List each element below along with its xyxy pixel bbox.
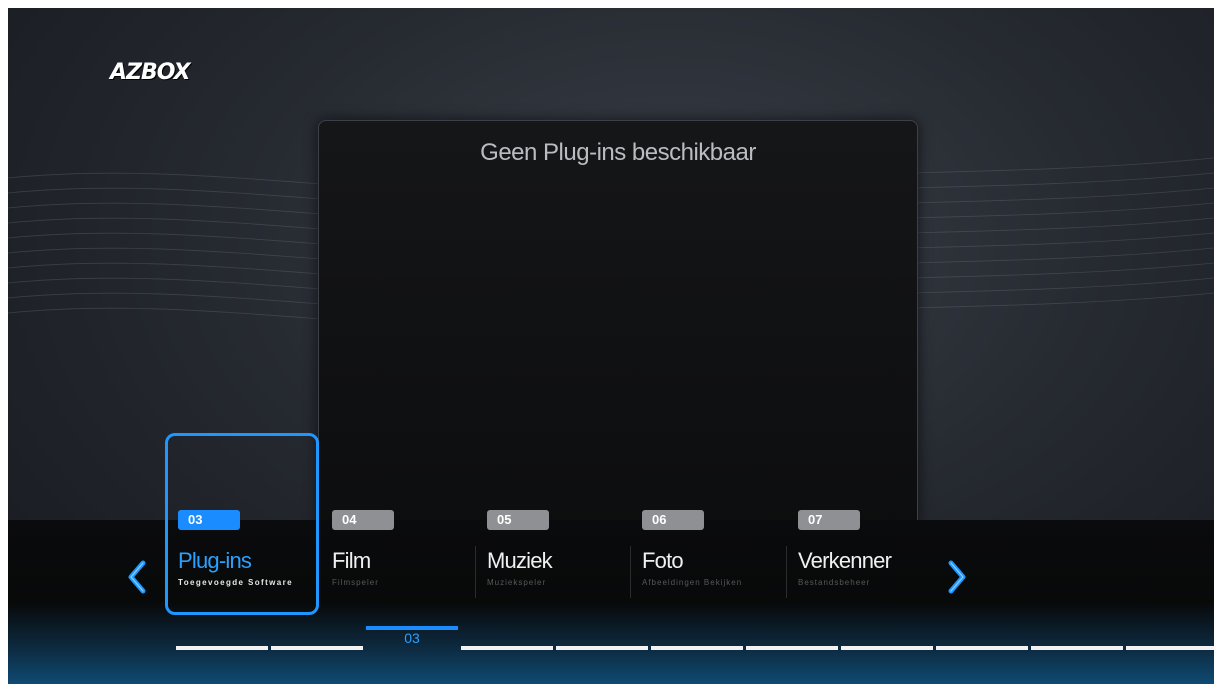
chevron-left-icon[interactable]: [126, 560, 148, 594]
content-panel: Geen Plug-ins beschikbaar: [318, 120, 918, 542]
empty-state-message: Geen Plug-ins beschikbaar: [480, 139, 756, 166]
pager-segment[interactable]: [556, 646, 648, 650]
pager-segment[interactable]: [936, 646, 1028, 650]
pager-segment[interactable]: [176, 646, 268, 650]
item-title: Film: [332, 548, 371, 573]
item-subtitle: Toegevoegde Software: [178, 578, 293, 587]
pager-segment[interactable]: [651, 646, 743, 650]
menu-item-muziek[interactable]: 05 Muziek Muziekspeler: [475, 510, 625, 606]
pager-segment[interactable]: [271, 646, 363, 650]
item-title: Foto: [642, 548, 684, 573]
item-subtitle: Afbeeldingen Bekijken: [642, 578, 743, 587]
item-subtitle: Filmspeler: [332, 578, 379, 587]
pager-segment[interactable]: [841, 646, 933, 650]
chevron-right-icon[interactable]: [946, 560, 968, 594]
media-center-screen: AZBOX Geen Plug-ins beschikbaar 03 Plug-…: [8, 8, 1214, 684]
item-number-badge: 06: [642, 510, 704, 530]
pager-segment[interactable]: [1031, 646, 1123, 650]
azbox-logo: AZBOX: [110, 60, 191, 85]
menu-item-foto[interactable]: 06 Foto Afbeeldingen Bekijken: [630, 510, 780, 606]
pager-segment[interactable]: [746, 646, 838, 650]
item-number-badge: 07: [798, 510, 860, 530]
pager-current-label: 03: [404, 630, 420, 646]
item-number-badge: 03: [178, 510, 240, 530]
menu-item-verkenner[interactable]: 07 Verkenner Bestandsbeheer: [786, 510, 936, 606]
item-divider: [786, 546, 787, 598]
item-title: Plug-ins: [178, 548, 252, 573]
item-number-badge: 04: [332, 510, 394, 530]
item-divider: [630, 546, 631, 598]
item-subtitle: Bestandsbeheer: [798, 578, 871, 587]
item-number-badge: 05: [487, 510, 549, 530]
item-subtitle: Muziekspeler: [487, 578, 547, 587]
item-divider: [475, 546, 476, 598]
menu-item-plugins[interactable]: 03 Plug-ins Toegevoegde Software: [166, 510, 316, 606]
pager-segment[interactable]: [461, 646, 553, 650]
menu-item-film[interactable]: 04 Film Filmspeler: [320, 510, 470, 606]
item-title: Verkenner: [798, 548, 892, 573]
pager-segment[interactable]: [1126, 646, 1214, 650]
item-title: Muziek: [487, 548, 553, 573]
